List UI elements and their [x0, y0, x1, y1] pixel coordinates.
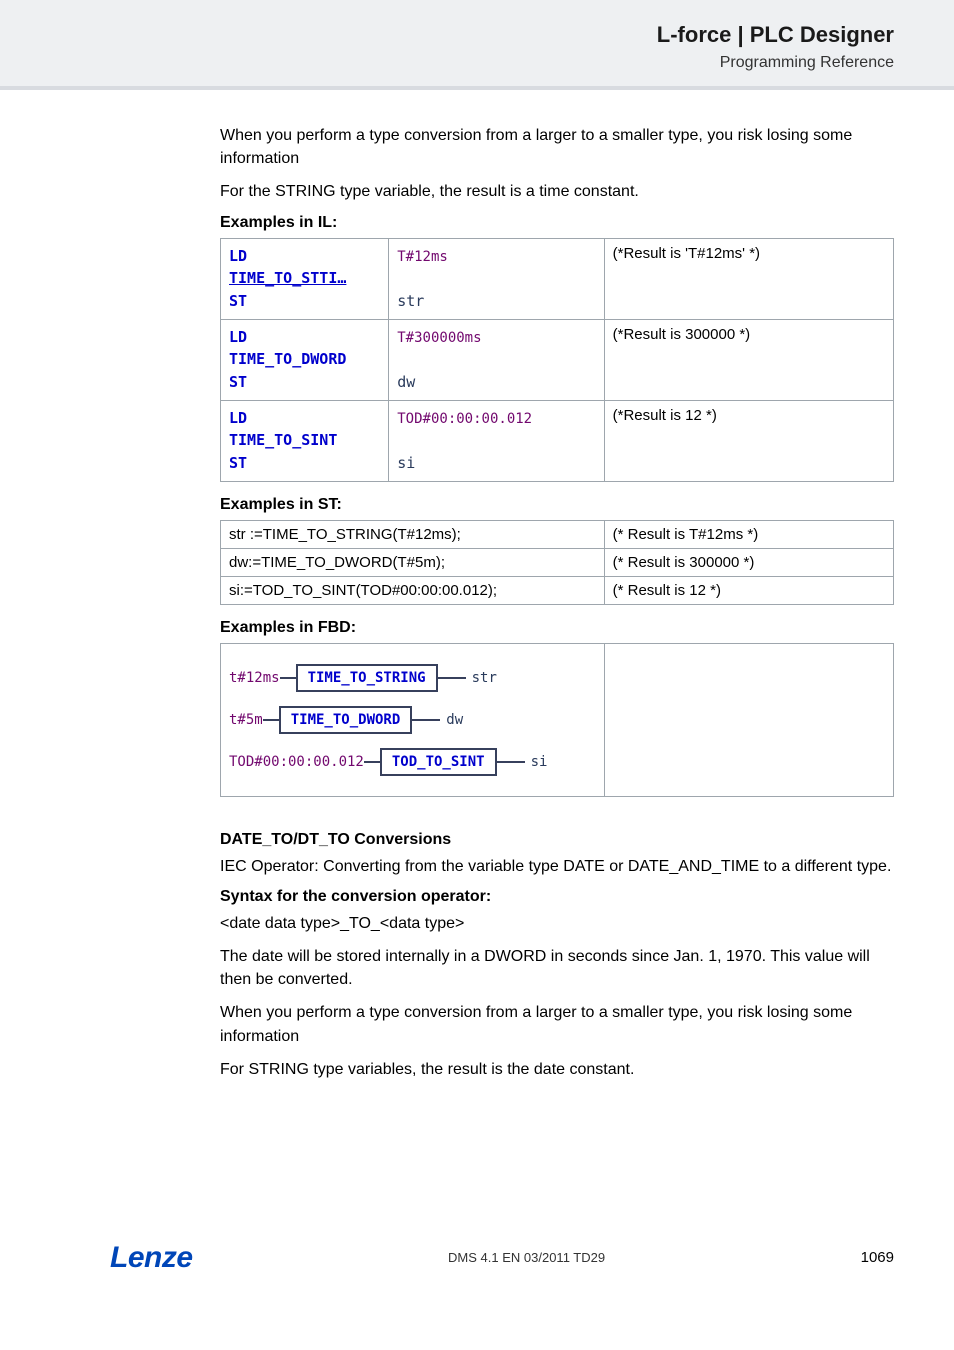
wire [412, 719, 440, 721]
fbd-table: t#12ms TIME_TO_STRING str t#5m TIME_TO_D… [220, 643, 894, 797]
logo: Lenze [110, 1241, 193, 1275]
content: When you perform a type conversion from … [0, 90, 954, 1211]
table-row: LD TIME_TO_SINT ST TOD#00:00:00.012 si (… [221, 400, 894, 481]
table-row: LD TIME_TO_DWORD ST T#300000ms dw (*Resu… [221, 319, 894, 400]
page-number: 1069 [861, 1249, 894, 1266]
il-table: LD TIME_TO_STTI… ST T#12ms str (*Result … [220, 238, 894, 482]
il-result: (*Result is 300000 *) [604, 319, 893, 400]
il-label: Examples in IL: [220, 214, 894, 232]
footer-center: DMS 4.1 EN 03/2011 TD29 [448, 1250, 605, 1265]
fbd-box: TIME_TO_DWORD [279, 706, 413, 734]
dateconv-p2: The date will be stored internally in a … [220, 945, 894, 991]
table-row: t#12ms TIME_TO_STRING str t#5m TIME_TO_D… [221, 643, 894, 796]
st-table: str :=TIME_TO_STRING(T#12ms); (* Result … [220, 520, 894, 605]
dateconv-p4: For STRING type variables, the result is… [220, 1058, 894, 1081]
dateconv-p3: When you perform a type conversion from … [220, 1001, 894, 1047]
st-label: Examples in ST: [220, 496, 894, 514]
wire [438, 677, 466, 679]
fbd-block: TOD#00:00:00.012 TOD_TO_SINT si [229, 748, 596, 776]
header-title: L-force | PLC Designer [38, 22, 894, 48]
il-result: (*Result is 'T#12ms' *) [604, 238, 893, 319]
header: L-force | PLC Designer Programming Refer… [0, 0, 954, 90]
fbd-box: TIME_TO_STRING [296, 664, 438, 692]
il-result: (*Result is 12 *) [604, 400, 893, 481]
footer: Lenze DMS 4.1 EN 03/2011 TD29 1069 [0, 1211, 954, 1315]
wire [497, 761, 525, 763]
intro-p1: When you perform a type conversion from … [220, 124, 894, 170]
dateconv-p1: IEC Operator: Converting from the variab… [220, 855, 894, 878]
wire [280, 677, 296, 679]
fbd-block: t#5m TIME_TO_DWORD dw [229, 706, 596, 734]
dateconv-heading: DATE_TO/DT_TO Conversions [220, 831, 894, 849]
wire [263, 719, 279, 721]
table-row: dw:=TIME_TO_DWORD(T#5m); (* Result is 30… [221, 548, 894, 576]
wire [364, 761, 380, 763]
table-row: str :=TIME_TO_STRING(T#12ms); (* Result … [221, 520, 894, 548]
header-subtitle: Programming Reference [38, 54, 894, 72]
table-row: si:=TOD_TO_SINT(TOD#00:00:00.012); (* Re… [221, 576, 894, 604]
table-row: LD TIME_TO_STTI… ST T#12ms str (*Result … [221, 238, 894, 319]
intro-p2: For the STRING type variable, the result… [220, 180, 894, 203]
fbd-box: TOD_TO_SINT [380, 748, 497, 776]
fbd-label: Examples in FBD: [220, 619, 894, 637]
fbd-block: t#12ms TIME_TO_STRING str [229, 664, 596, 692]
syntax-line: <date data type>_TO_<data type> [220, 912, 894, 935]
syntax-label: Syntax for the conversion operator: [220, 888, 894, 906]
